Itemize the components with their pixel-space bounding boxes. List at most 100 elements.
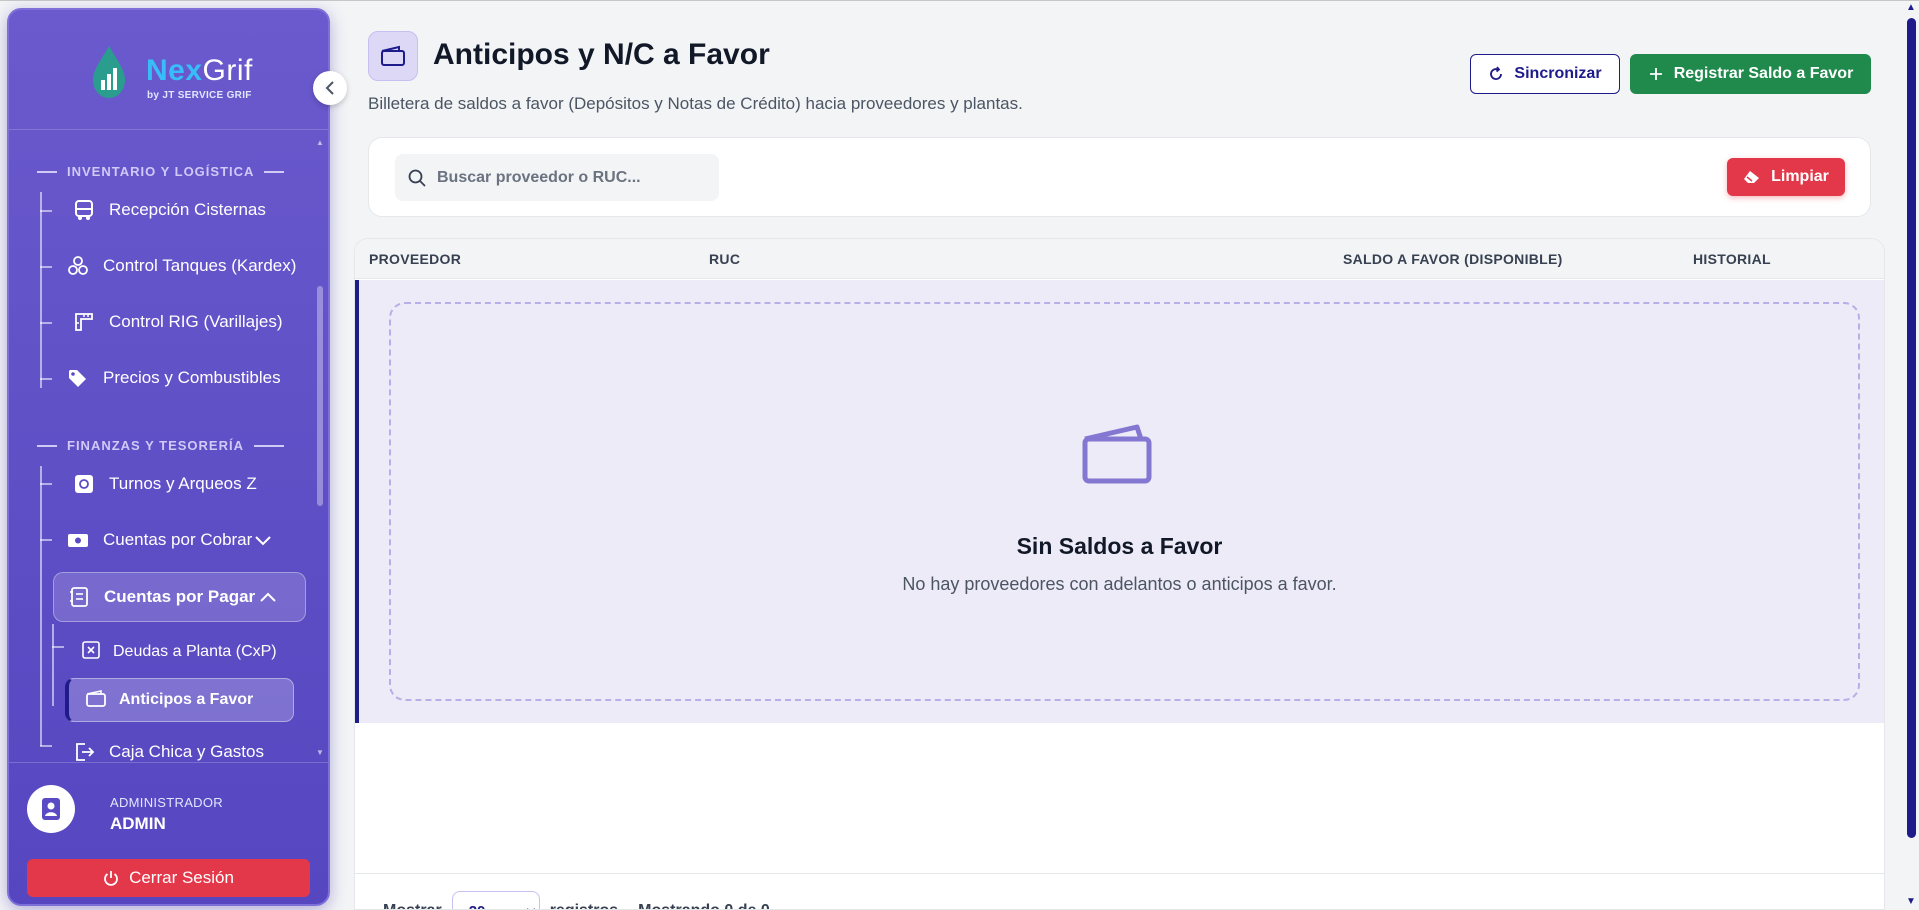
chevron-down-icon[interactable] xyxy=(254,534,272,546)
records-label: registros xyxy=(550,902,618,909)
tanks-icon xyxy=(65,253,91,279)
section-title-finanzas: FINANZAS Y TESORERÍA xyxy=(37,438,284,453)
user-name: ADMIN xyxy=(110,814,166,833)
refresh-icon xyxy=(1490,66,1503,80)
empty-state-box xyxy=(389,302,1860,701)
sync-button[interactable]: Sincronizar xyxy=(1470,54,1620,94)
sidebar-item-label: Recepción Cisternas xyxy=(109,200,266,219)
tree-branch xyxy=(40,322,52,324)
power-icon xyxy=(104,871,118,886)
invoice-icon xyxy=(81,640,101,665)
safe-icon xyxy=(71,471,97,497)
clear-button[interactable]: Limpiar xyxy=(1727,158,1845,196)
window-top-border xyxy=(0,0,1919,1)
page-title: Anticipos y N/C a Favor xyxy=(433,38,770,71)
sidebar-item-label: Cuentas por Cobrar xyxy=(103,530,253,549)
clear-label: Limpiar xyxy=(1771,168,1829,185)
tree-branch xyxy=(40,539,52,541)
logout-label: Cerrar Sesión xyxy=(129,868,234,887)
column-header-historial[interactable]: HISTORIAL xyxy=(1693,251,1771,267)
page-scroll-thumb[interactable] xyxy=(1907,18,1916,838)
tree-branch xyxy=(40,378,52,380)
logout-button[interactable]: Cerrar Sesión xyxy=(27,859,310,897)
tree-branch xyxy=(40,266,52,268)
eraser-icon xyxy=(1744,171,1760,183)
user-role: ADMINISTRADOR xyxy=(110,795,223,810)
section-dash xyxy=(37,170,57,173)
column-header-ruc[interactable]: RUC xyxy=(709,251,740,267)
sidebar-scrollbar[interactable]: ▲ ▼ xyxy=(316,138,324,758)
wallet-icon xyxy=(85,688,107,713)
sidebar-item-control-rig[interactable]: Control RIG (Varillajes) xyxy=(71,302,283,342)
plus-icon xyxy=(1649,68,1662,80)
empty-state-title: Sin Saldos a Favor xyxy=(1016,533,1223,559)
sidebar-item-label: Precios y Combustibles xyxy=(103,368,281,387)
sidebar-item-precios-combustibles[interactable]: Precios y Combustibles xyxy=(65,358,281,398)
chevron-left-icon xyxy=(325,81,334,95)
register-balance-button[interactable]: Registrar Saldo a Favor xyxy=(1630,54,1871,94)
page-size-select[interactable]: 20 xyxy=(451,891,540,909)
section-dash xyxy=(37,444,57,447)
sidebar-scroll-thumb[interactable] xyxy=(317,286,323,506)
sidebar-item-label: Cuentas por Pagar xyxy=(104,587,256,606)
sidebar-item-label: Caja Chica y Gastos xyxy=(109,742,264,761)
scroll-down-icon[interactable]: ▼ xyxy=(1906,896,1916,907)
section-dash xyxy=(264,170,285,173)
section-title-inventario: INVENTARIO Y LOGÍSTICA xyxy=(37,164,285,179)
tree-line xyxy=(40,466,42,746)
scroll-down-icon[interactable]: ▼ xyxy=(316,748,324,757)
tree-line xyxy=(40,192,42,388)
search-box[interactable] xyxy=(395,154,719,201)
sidebar-subitem-label: Anticipos a Favor xyxy=(119,691,254,708)
empty-state-row xyxy=(355,280,1884,723)
sidebar-item-cuentas-cobrar[interactable]: Cuentas por Cobrar xyxy=(65,520,272,560)
sidebar-item-cuentas-pagar[interactable]: Cuentas por Pagar xyxy=(53,572,306,622)
sidebar: NexGrif by JT SERVICE GRIF ▲ ▼ INVENTARI… xyxy=(7,8,330,906)
section-title-text: FINANZAS Y TESORERÍA xyxy=(67,438,244,453)
page-subtitle: Billetera de saldos a favor (Depósitos y… xyxy=(368,94,1023,113)
sidebar-subitem-deudas-planta[interactable]: Deudas a Planta (CxP) xyxy=(81,634,277,670)
user-area: ADMINISTRADOR ADMIN Cerrar Sesión xyxy=(9,762,328,904)
id-badge-icon xyxy=(42,798,60,820)
sidebar-item-label: Control Tanques (Kardex) xyxy=(103,256,297,275)
records-count: Mostrando 0 de 0 xyxy=(638,902,770,909)
sidebar-item-turnos-arqueos[interactable]: Turnos y Arqueos Z xyxy=(71,464,257,504)
sidebar-item-label: Turnos y Arqueos Z xyxy=(109,474,257,493)
tree-branch xyxy=(40,745,52,747)
brand-name-part2: Grif xyxy=(202,54,253,87)
table-header: PROVEEDOR RUC SALDO A FAVOR (DISPONIBLE)… xyxy=(355,239,1884,279)
tree-branch xyxy=(40,210,52,212)
column-header-saldo[interactable]: SALDO A FAVOR (DISPONIBLE) xyxy=(1343,251,1563,267)
section-title-text: INVENTARIO Y LOGÍSTICA xyxy=(67,164,255,179)
search-input[interactable] xyxy=(437,168,707,187)
money-icon xyxy=(65,527,91,553)
filter-card: Limpiar xyxy=(368,137,1871,217)
brand-area: NexGrif by JT SERVICE GRIF xyxy=(9,10,328,130)
wallet-icon xyxy=(381,45,405,66)
scroll-up-icon[interactable]: ▲ xyxy=(316,138,324,147)
table-footer-divider xyxy=(355,873,1884,874)
ledger-icon xyxy=(66,584,92,610)
sidebar-collapse-button[interactable] xyxy=(313,71,347,105)
brand-name-part1: Nex xyxy=(146,54,203,87)
ruler-icon xyxy=(71,309,97,335)
column-header-proveedor[interactable]: PROVEEDOR xyxy=(369,251,461,267)
sidebar-subitem-label: Deudas a Planta (CxP) xyxy=(113,643,277,660)
droplet-chart-logo-icon xyxy=(93,46,125,98)
tags-icon xyxy=(65,365,91,391)
sidebar-subitem-anticipos-favor[interactable]: Anticipos a Favor xyxy=(65,678,294,722)
sync-label: Sincronizar xyxy=(1514,65,1602,82)
scroll-up-icon[interactable]: ▲ xyxy=(1906,2,1916,13)
search-icon xyxy=(408,169,426,187)
sidebar-item-recepcion-cisternas[interactable]: Recepción Cisternas xyxy=(71,190,266,230)
brand-name: NexGrif xyxy=(146,54,253,88)
sidebar-item-control-tanques[interactable]: Control Tanques (Kardex) xyxy=(65,246,296,286)
page-scrollbar[interactable]: ▲ ▼ xyxy=(1904,0,1919,910)
brand-subtitle: by JT SERVICE GRIF xyxy=(147,90,252,101)
sub-tree-branch xyxy=(52,646,64,648)
avatar[interactable] xyxy=(27,785,75,833)
sub-tree-line xyxy=(52,624,54,706)
chevron-up-icon[interactable] xyxy=(259,591,277,603)
page-header-icon xyxy=(368,31,418,81)
truck-icon xyxy=(71,197,97,223)
